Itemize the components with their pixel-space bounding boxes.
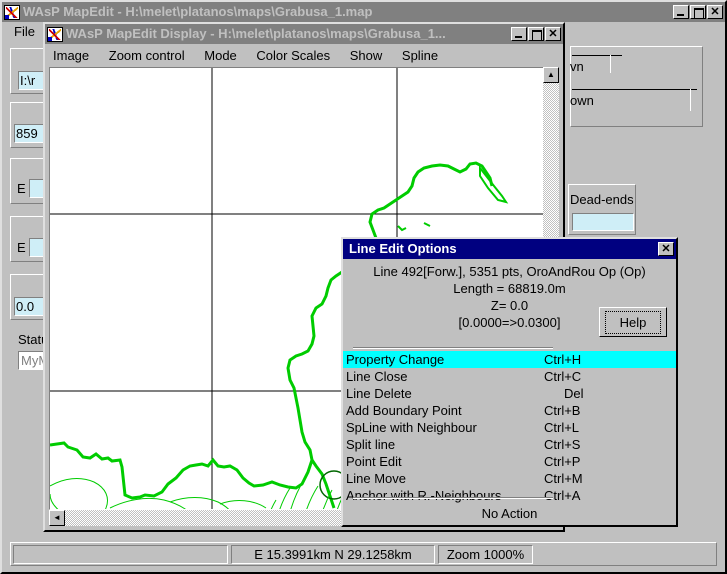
menu-item-file[interactable]: File xyxy=(8,23,41,40)
wasp-app-icon[interactable] xyxy=(4,4,20,20)
desktop-screen: ύήη ς-Π... WAsP MapEdit - H:\melet\plata… xyxy=(0,0,727,574)
display-window-controls: ✕ xyxy=(511,27,561,41)
minimize-button[interactable] xyxy=(673,5,689,19)
statusbar-coordinates: E 15.3991km N 29.1258km xyxy=(231,544,435,564)
dialog-action-list: Property Change Ctrl+H Line Close Ctrl+C… xyxy=(343,351,676,504)
right-label-2: own xyxy=(570,93,594,108)
action-accelerator: Ctrl+L xyxy=(544,420,580,435)
action-item-property-change[interactable]: Property Change Ctrl+H xyxy=(343,351,676,368)
close-icon: ✕ xyxy=(710,5,720,18)
maximize-button[interactable] xyxy=(690,5,706,19)
dialog-titlebar[interactable]: Line Edit Options ✕ xyxy=(343,239,676,259)
scroll-up-arrow-icon: ▲ xyxy=(547,70,555,79)
action-accelerator: Ctrl+M xyxy=(544,471,583,486)
east-label-2: E xyxy=(17,240,26,255)
action-label: Line Delete xyxy=(346,386,412,401)
action-label: Line Close xyxy=(346,369,408,384)
action-accelerator: Ctrl+P xyxy=(544,454,581,469)
action-item-line-close[interactable]: Line Close Ctrl+C xyxy=(343,368,676,385)
right-group-box xyxy=(570,46,703,127)
action-accelerator: Ctrl+C xyxy=(544,369,582,384)
main-window-titlebar[interactable]: WAsP MapEdit - H:\melet\platanos\maps\Gr… xyxy=(2,2,725,22)
dialog-help-button-label: Help xyxy=(604,310,662,334)
statusbar-zoom-level: Zoom 1000% xyxy=(438,544,533,564)
action-item-spline-with-neighbour[interactable]: SpLine with Neighbour Ctrl+L xyxy=(343,419,676,436)
action-accelerator: Del xyxy=(564,386,584,401)
dead-ends-field[interactable] xyxy=(572,213,634,231)
action-label: SpLine with Neighbour xyxy=(346,420,477,435)
east-label-1: E xyxy=(17,181,26,196)
action-label: Line Move xyxy=(346,471,406,486)
main-window-controls: ✕ xyxy=(673,5,723,19)
display-minimize-button[interactable] xyxy=(511,27,527,41)
action-item-point-edit[interactable]: Point Edit Ctrl+P xyxy=(343,453,676,470)
action-accelerator: Ctrl+B xyxy=(544,403,581,418)
dialog-info-line-2: Length = 68819.0m xyxy=(453,281,566,296)
scroll-left-arrow-icon: ◄ xyxy=(53,513,61,522)
dialog-separator-top xyxy=(353,347,553,349)
menu-item-spline[interactable]: Spline xyxy=(402,47,447,65)
dialog-title: Line Edit Options xyxy=(349,241,457,256)
action-item-add-boundary-point[interactable]: Add Boundary Point Ctrl+B xyxy=(343,402,676,419)
action-item-anchor-with-r-neighbours[interactable]: Anchor with R.-Neighbours Ctrl+A xyxy=(343,487,676,504)
menubar-row-1: Image Zoom control Mode Color Scales Sho… xyxy=(53,47,563,65)
close-icon-display: ✕ xyxy=(548,27,558,40)
display-window-title: WAsP MapEdit Display - H:\melet\platanos… xyxy=(66,26,446,41)
dialog-help-button[interactable]: Help xyxy=(599,307,667,337)
right-label-1: vn xyxy=(570,59,584,74)
dead-ends-label: Dead-ends xyxy=(570,192,634,207)
scroll-up-button[interactable]: ▲ xyxy=(543,67,559,83)
main-window-title: WAsP MapEdit - H:\melet\platanos\maps\Gr… xyxy=(23,4,373,19)
line-edit-options-dialog: Line Edit Options ✕ Line 492[Forw.], 535… xyxy=(341,237,678,527)
action-label: Add Boundary Point xyxy=(346,403,462,418)
action-item-line-move[interactable]: Line Move Ctrl+M xyxy=(343,470,676,487)
action-accelerator: Ctrl+S xyxy=(544,437,581,452)
right-divider-1 xyxy=(572,55,622,56)
display-window-titlebar[interactable]: WAsP MapEdit Display - H:\melet\platanos… xyxy=(45,24,563,44)
display-maximize-button[interactable] xyxy=(528,27,544,41)
contour-lines-group xyxy=(50,478,343,509)
menu-item-mode[interactable]: Mode xyxy=(204,47,246,65)
action-label: Property Change xyxy=(346,352,445,367)
dialog-separator-bottom xyxy=(353,497,553,499)
action-label: Point Edit xyxy=(346,454,402,469)
menu-item-show[interactable]: Show xyxy=(350,47,392,65)
dialog-footer-status: No Action xyxy=(481,506,538,521)
scroll-left-button[interactable]: ◄ xyxy=(49,510,65,526)
close-button[interactable]: ✕ xyxy=(707,5,723,19)
menu-item-image[interactable]: Image xyxy=(53,47,98,65)
display-close-button[interactable]: ✕ xyxy=(545,27,561,41)
right-divider-2 xyxy=(572,89,697,90)
action-item-split-line[interactable]: Split line Ctrl+S xyxy=(343,436,676,453)
dialog-close-button[interactable]: ✕ xyxy=(658,242,674,256)
menu-item-color-scales[interactable]: Color Scales xyxy=(256,47,339,65)
dialog-controls: ✕ xyxy=(658,242,674,256)
statusbar-message-pane xyxy=(13,544,228,564)
dialog-info-line-1: Line 492[Forw.], 5351 pts, OroAndRou Op … xyxy=(373,264,646,279)
right-vline-2 xyxy=(690,89,691,111)
right-vline-1 xyxy=(610,55,611,73)
action-accelerator: Ctrl+A xyxy=(544,488,581,503)
wasp-app-icon-display[interactable] xyxy=(47,26,63,42)
main-statusbar: E 15.3991km N 29.1258km Zoom 1000% xyxy=(10,542,717,566)
menu-item-zoom-control[interactable]: Zoom control xyxy=(109,47,194,65)
close-icon-dialog: ✕ xyxy=(661,242,671,255)
action-item-line-delete[interactable]: Line Delete Del xyxy=(343,385,676,402)
action-accelerator: Ctrl+H xyxy=(544,352,582,367)
action-label: Anchor with R.-Neighbours xyxy=(346,488,502,503)
action-label: Split line xyxy=(346,437,396,452)
